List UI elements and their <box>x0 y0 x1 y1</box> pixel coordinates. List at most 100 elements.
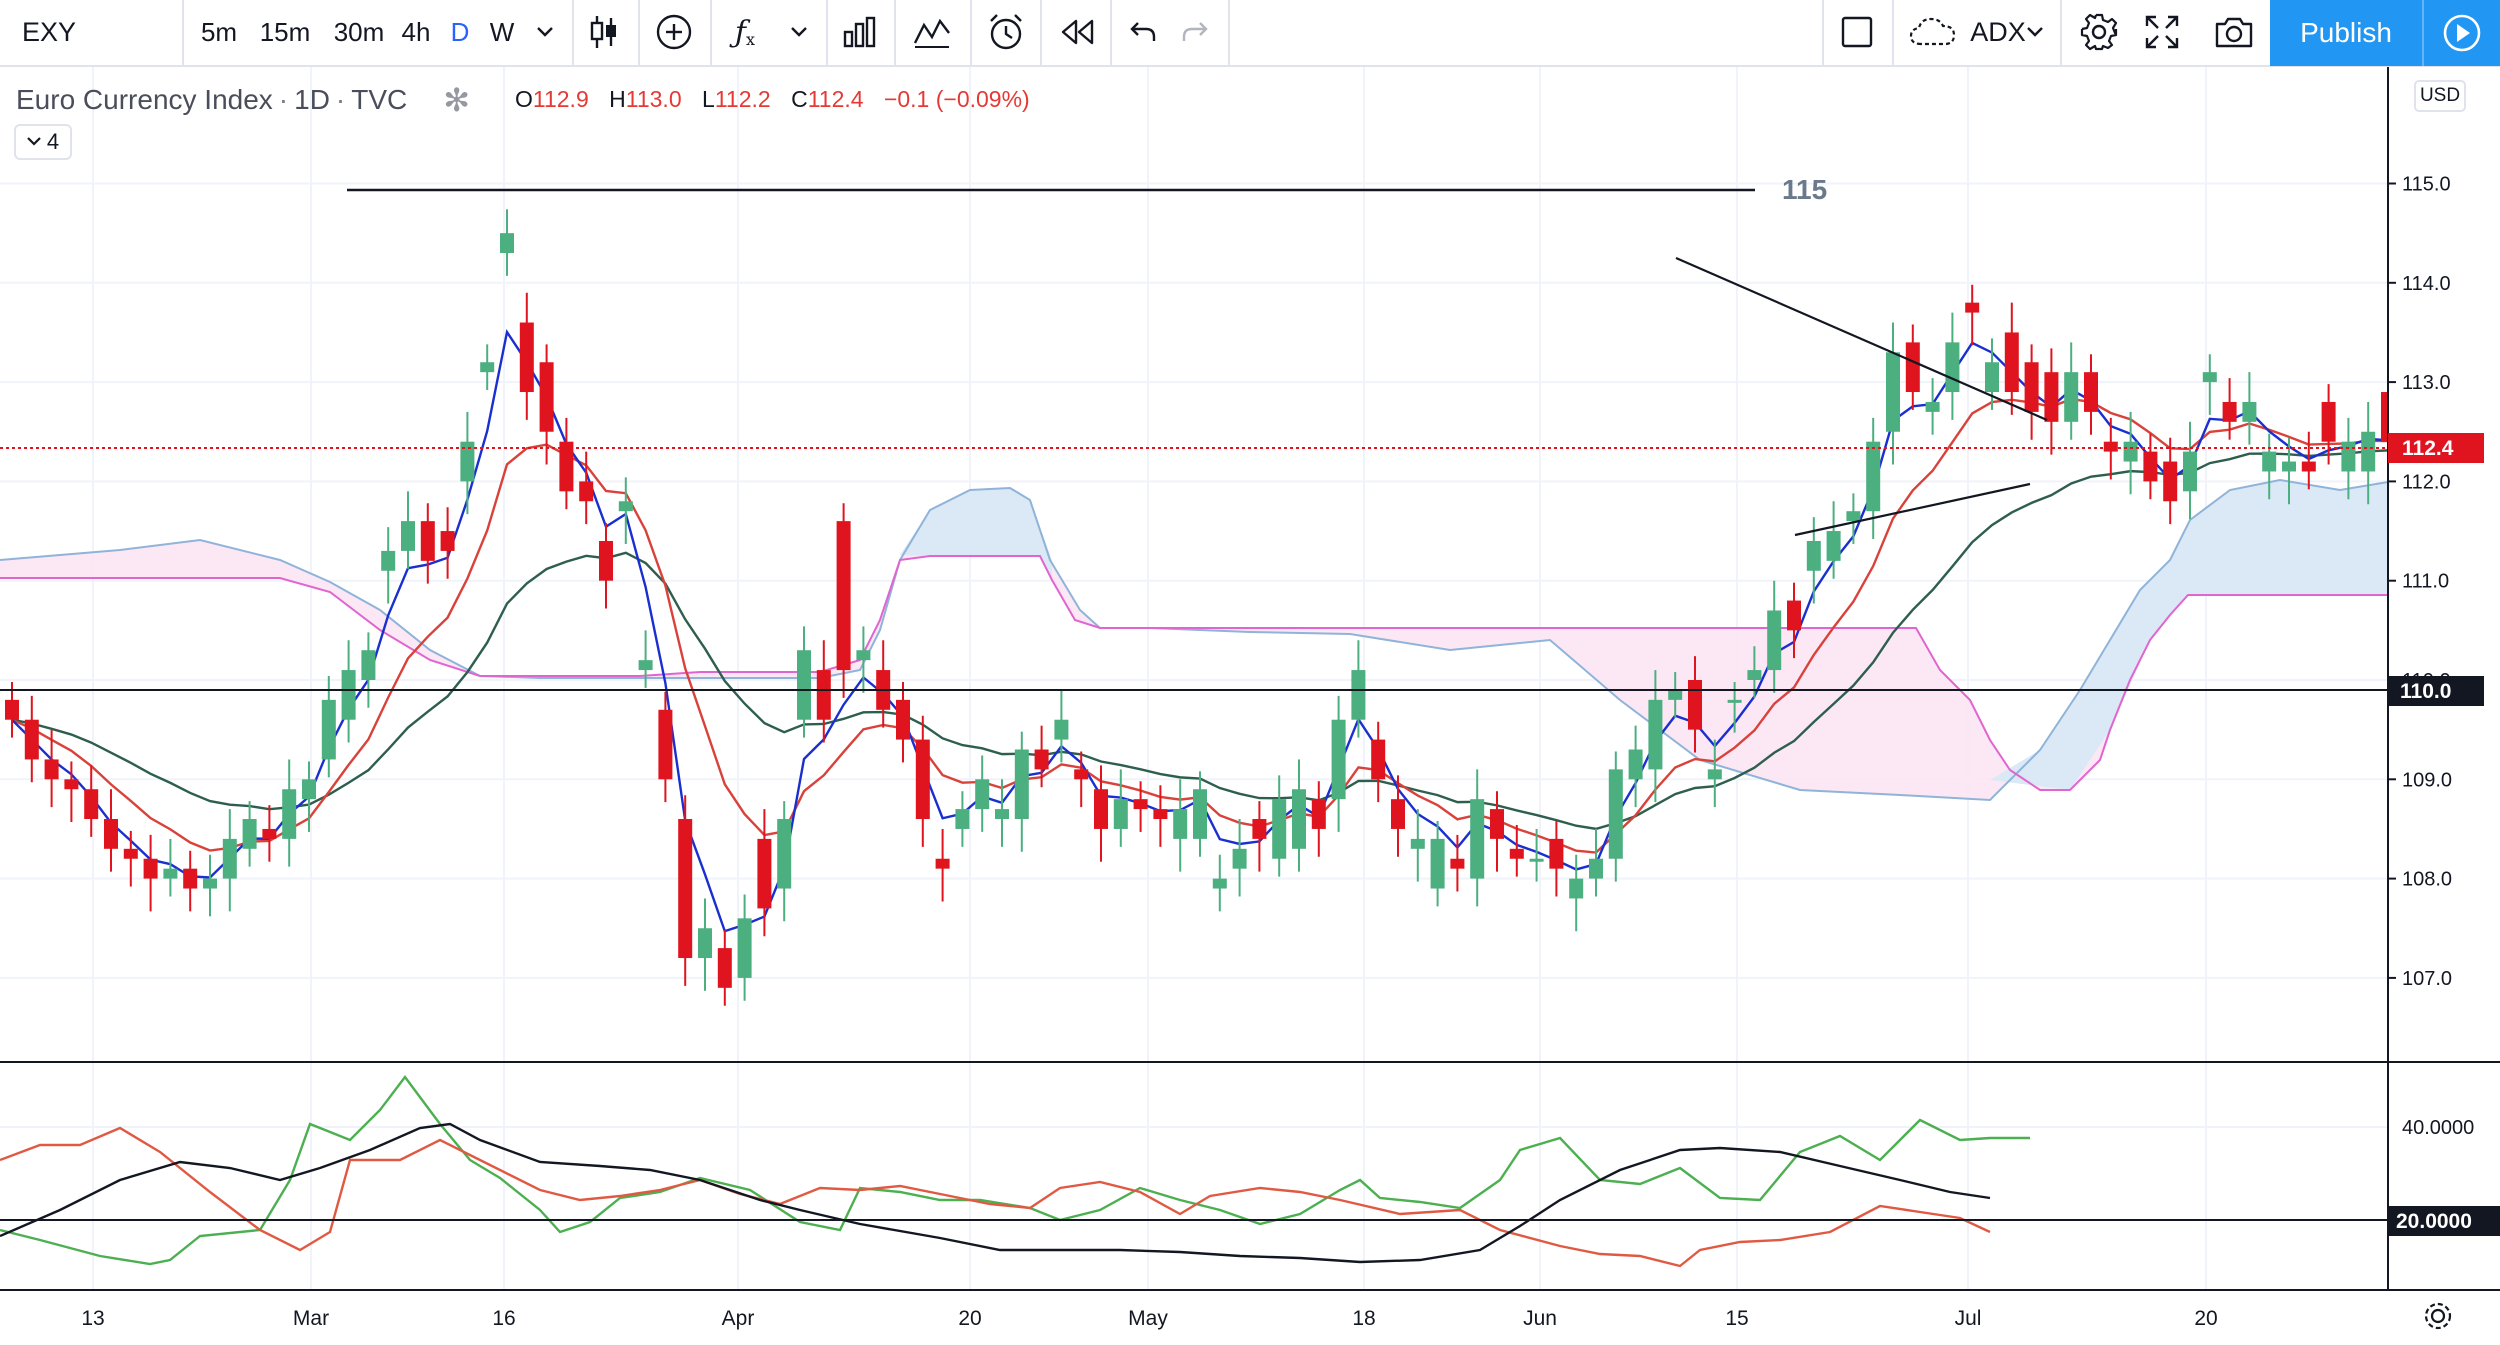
candles-icon[interactable] <box>580 0 628 64</box>
time-tick-label: 18 <box>1352 1307 1375 1330</box>
candle-body <box>579 481 594 502</box>
candle-body <box>1430 838 1445 889</box>
candle-body <box>1232 848 1247 869</box>
candle-body <box>2341 441 2356 472</box>
candle-body <box>1311 799 1326 829</box>
candle-body <box>222 838 237 879</box>
candle-body <box>915 739 930 820</box>
interval-30m[interactable]: 30m <box>326 0 392 64</box>
replay-rewind-icon[interactable] <box>1050 0 1104 64</box>
series-legend: Euro Currency Index · 1D · TVC ✻ <box>16 81 471 119</box>
candle-body <box>1985 362 1999 393</box>
candle-body <box>836 521 851 671</box>
indicators-dropdown-chevron-icon[interactable] <box>784 0 814 64</box>
candle-body <box>1668 689 1683 700</box>
interval-1w[interactable]: W <box>486 0 518 64</box>
interval-4h[interactable]: 4h <box>398 0 434 64</box>
price-tick-label: 111.0 <box>2402 571 2449 593</box>
cloud-save-icon[interactable] <box>1902 0 1964 64</box>
candle-body <box>2262 451 2277 472</box>
undo-icon[interactable] <box>1120 0 1166 64</box>
candle-body <box>935 858 950 869</box>
ideas-line-icon[interactable] <box>904 0 960 64</box>
redo-icon[interactable] <box>1172 0 1218 64</box>
time-tick-label: 20 <box>2194 1307 2217 1330</box>
layout-square-icon[interactable] <box>1832 0 1882 64</box>
candle-body <box>1331 719 1346 800</box>
candle-body <box>1410 838 1425 849</box>
candle-body <box>1747 670 1762 680</box>
indicators-fx-icon[interactable]: ƒx <box>722 0 768 64</box>
interval-5m[interactable]: 5m <box>196 0 242 64</box>
candle-body <box>242 819 257 849</box>
price-tick-label: 112.0 <box>2402 471 2451 493</box>
candle-body <box>381 550 396 571</box>
collapse-legend-button[interactable]: 4 <box>14 124 72 160</box>
ichimoku-cloud-bullish <box>900 488 1052 580</box>
candle-body <box>1014 749 1029 820</box>
candle-body <box>2361 431 2376 472</box>
candle-body <box>123 848 138 859</box>
interval-1d[interactable]: D <box>446 0 474 64</box>
candle-body <box>1153 809 1168 820</box>
price-chart[interactable]: 115 107.0 108.0 109.0 110.0 111.0 112.0 113.0 11… <box>0 0 2500 1345</box>
high-value: 113.0 <box>625 86 682 112</box>
fullscreen-icon[interactable] <box>2134 0 2190 64</box>
time-axis-settings-gear-icon[interactable] <box>2424 1302 2452 1330</box>
candle-body <box>1965 302 1980 313</box>
price-tick-label: 108.0 <box>2402 869 2452 891</box>
candle-body <box>698 928 712 959</box>
candle-body <box>559 441 574 492</box>
candle-body <box>1945 342 1960 393</box>
financials-bars-icon[interactable] <box>834 0 884 64</box>
candle-body <box>2064 372 2079 422</box>
candle-body <box>321 699 336 760</box>
candle-body <box>2242 401 2257 422</box>
publish-button[interactable]: Publish <box>2270 0 2422 66</box>
snapshot-camera-icon[interactable] <box>2206 0 2262 64</box>
series-title[interactable]: Euro Currency Index <box>16 84 273 116</box>
compare-add-icon[interactable] <box>648 0 700 64</box>
candle-body <box>1925 401 1940 412</box>
interval-dropdown-chevron-icon[interactable] <box>530 0 560 64</box>
candle-body <box>1509 848 1524 859</box>
candle-body <box>1787 600 1801 631</box>
candle-body <box>1767 610 1782 671</box>
time-tick-label: Apr <box>722 1307 755 1330</box>
candle-body <box>1034 749 1049 770</box>
candle-body <box>104 819 118 849</box>
currency-badge[interactable]: USD <box>2414 80 2466 112</box>
candle-body <box>599 540 613 581</box>
candle-body <box>2183 451 2197 492</box>
candle-body <box>816 670 831 720</box>
candle-body <box>183 868 198 889</box>
candle-body <box>2024 362 2039 412</box>
candle-body <box>638 660 653 671</box>
settings-gear-icon[interactable] <box>2070 0 2128 64</box>
alert-clock-icon[interactable] <box>978 0 1034 64</box>
time-tick-label: May <box>1128 1307 1168 1330</box>
ichimoku-cloud-bullish <box>1990 480 2388 790</box>
candle-body <box>2044 372 2059 422</box>
candle-body <box>678 819 693 959</box>
candle-body <box>1173 809 1188 839</box>
change-value: −0.1 (−0.09%) <box>883 86 1030 112</box>
interval-15m[interactable]: 15m <box>252 0 318 64</box>
candle-body <box>1470 799 1485 879</box>
candle-body <box>500 233 514 254</box>
play-icon[interactable] <box>2422 0 2500 66</box>
level-110-label: 110.0 <box>2400 680 2451 703</box>
candle-body <box>282 789 297 839</box>
candle-body <box>1826 531 1841 561</box>
low-value: 112.2 <box>714 86 771 112</box>
candle-body <box>1074 769 1089 780</box>
asterisk-icon[interactable]: ✻ <box>443 81 470 119</box>
price-tick-label: 114.0 <box>2402 273 2451 295</box>
candle-body <box>341 670 356 720</box>
layout-name[interactable]: ADX <box>1968 0 2028 64</box>
symbol-search[interactable]: EXY <box>0 0 180 64</box>
candle-body <box>1193 789 1207 839</box>
candle-body <box>618 501 633 512</box>
candle-body <box>64 779 79 790</box>
layout-dropdown-chevron-icon[interactable] <box>2020 0 2050 64</box>
